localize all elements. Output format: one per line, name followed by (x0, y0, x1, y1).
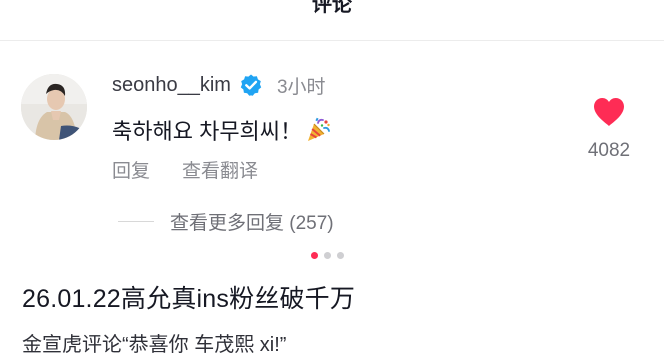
party-popper-icon (304, 116, 332, 144)
view-replies-button[interactable]: 查看更多回复 (257) (170, 208, 334, 235)
header-divider (0, 40, 664, 41)
pager-dot-3[interactable] (337, 251, 344, 259)
divider-line (118, 220, 154, 222)
comment-actions: 回复 查看翻译 (112, 154, 258, 184)
comment-text: 축하해요 차무희씨！ (112, 119, 303, 144)
comment-body: 축하해요 차무희씨！ (112, 113, 332, 147)
comment-header: seonho__kim 3小时 (112, 70, 326, 100)
page-title: 评论 (312, 0, 352, 16)
heart-icon[interactable] (592, 96, 626, 128)
username[interactable]: seonho__kim (112, 74, 231, 97)
pagination-dots (311, 250, 350, 260)
avatar[interactable] (21, 74, 87, 140)
post-subtitle: 金宣虎评论“恭喜你 车茂熙 xi!” (22, 334, 287, 356)
translate-button[interactable]: 查看翻译 (182, 156, 258, 183)
avatar-image (21, 74, 87, 140)
comment-time: 3小时 (276, 76, 326, 98)
view-replies-row: 查看更多回复 (257) (118, 206, 334, 236)
pager-dot-1[interactable] (311, 251, 318, 259)
post-title: 26.01.22高允真ins粉丝破千万 (22, 285, 356, 313)
pager-dot-2[interactable] (324, 251, 331, 259)
verified-badge-icon (239, 73, 263, 97)
like-count: 4082 (587, 140, 631, 161)
reply-button[interactable]: 回复 (112, 156, 150, 183)
